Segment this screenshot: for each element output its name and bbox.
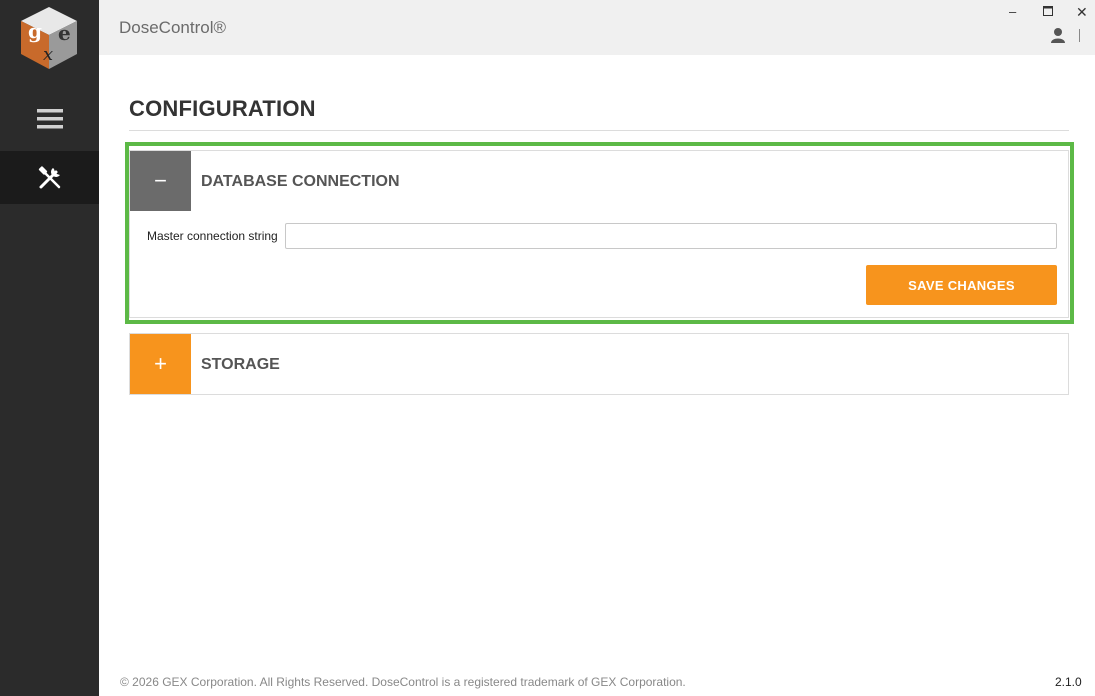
svg-text:g: g [28, 19, 42, 43]
panel-heading[interactable]: STORAGE [201, 356, 280, 374]
connection-string-input[interactable] [285, 223, 1057, 249]
connection-string-label: Master connection string [147, 229, 278, 243]
app-window: g e x DoseControl® – ✕ CONFIGURATION − D… [0, 0, 1095, 696]
copyright-text: © 2026 GEX Corporation. All Rights Reser… [120, 675, 686, 689]
tools-icon [38, 165, 60, 188]
version-label: 2.1.0 [1055, 675, 1082, 689]
app-title: DoseControl® [119, 18, 227, 37]
panel-heading[interactable]: DATABASE CONNECTION [201, 173, 400, 191]
close-button[interactable]: ✕ [1076, 4, 1088, 20]
storage-panel: + STORAGE [129, 333, 1069, 395]
title-bar: DoseControl® – ✕ [99, 0, 1095, 55]
database-connection-panel: − DATABASE CONNECTION Master connection … [129, 150, 1069, 318]
configuration-nav-button[interactable] [0, 151, 99, 204]
expand-button[interactable]: + [130, 334, 191, 394]
save-changes-button[interactable]: SAVE CHANGES [866, 265, 1057, 305]
title-bar-divider [1079, 29, 1080, 42]
maximize-icon [1043, 6, 1053, 16]
gex-cube-logo-icon: g e x [14, 4, 84, 72]
maximize-button[interactable] [1043, 4, 1053, 20]
sidebar: g e x [0, 0, 99, 696]
title-divider [129, 130, 1069, 131]
svg-text:e: e [58, 21, 71, 45]
menu-button[interactable] [0, 92, 99, 146]
collapse-button[interactable]: − [130, 151, 191, 211]
minimize-button[interactable]: – [1009, 4, 1016, 20]
svg-text:x: x [43, 44, 53, 65]
main-content: CONFIGURATION − DATABASE CONNECTION Mast… [99, 55, 1095, 696]
page-title: CONFIGURATION [129, 96, 316, 121]
user-account-button[interactable] [1050, 27, 1066, 43]
user-icon [1051, 28, 1065, 43]
hamburger-menu-icon [36, 109, 63, 129]
